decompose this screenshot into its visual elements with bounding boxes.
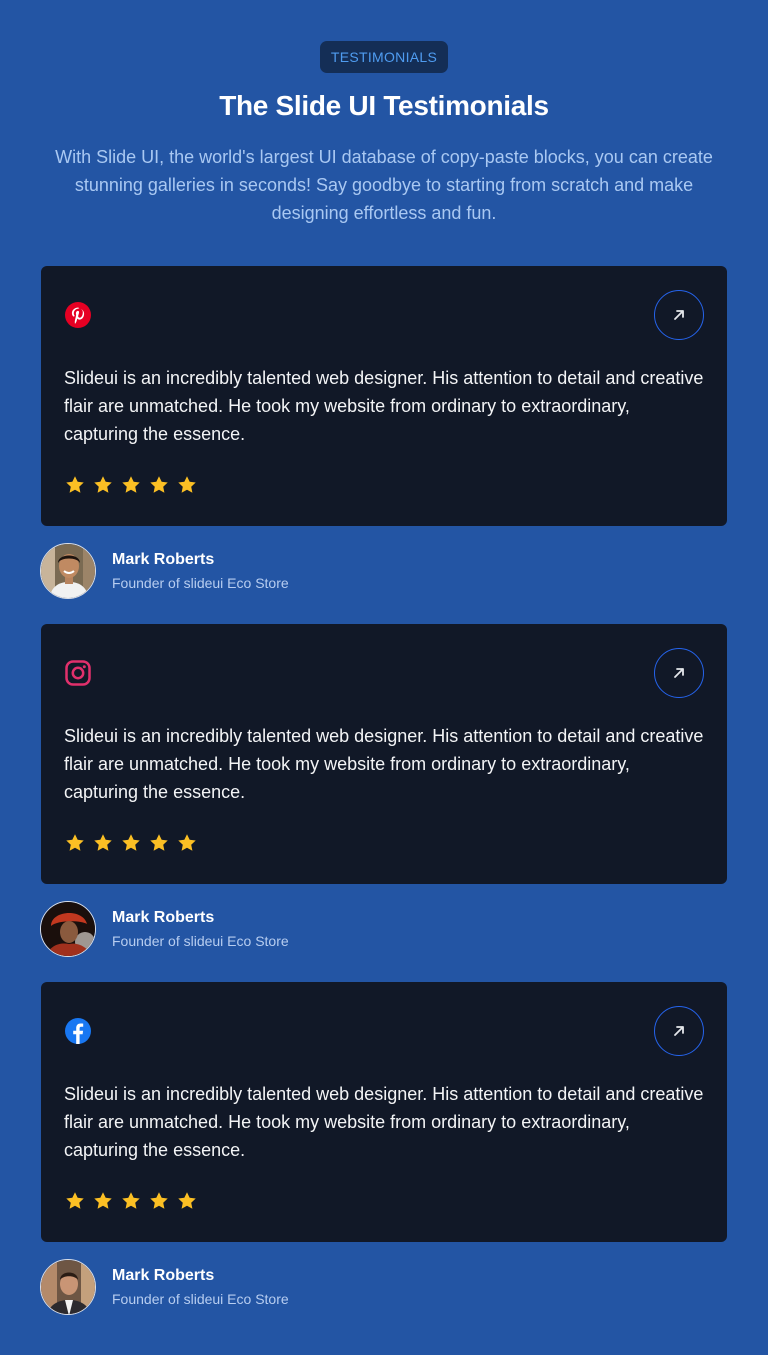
testimonial-author: Mark Roberts Founder of slideui Eco Stor… <box>40 901 440 959</box>
instagram-icon[interactable] <box>64 659 92 687</box>
open-testimonial-button[interactable] <box>654 1006 704 1056</box>
testimonial-quote: Slideui is an incredibly talented web de… <box>64 726 704 802</box>
author-role: Founder of slideui Eco Store <box>112 933 289 949</box>
avatar <box>40 1259 96 1315</box>
star-icon <box>66 1192 84 1209</box>
facebook-icon[interactable] <box>64 1017 92 1045</box>
arrow-up-right-icon <box>674 668 684 678</box>
author-role: Founder of slideui Eco Store <box>112 1291 289 1307</box>
star-icon <box>66 834 84 851</box>
pinterest-icon[interactable] <box>64 301 92 329</box>
star-rating <box>64 832 198 854</box>
star-icon <box>178 834 196 851</box>
star-icon <box>66 476 84 493</box>
author-name: Mark Roberts <box>112 1267 215 1284</box>
star-icon <box>94 476 112 493</box>
star-icon <box>150 1192 168 1209</box>
author-name: Mark Roberts <box>112 909 215 926</box>
star-icon <box>150 476 168 493</box>
testimonial-quote: Slideui is an incredibly talented web de… <box>64 1084 704 1160</box>
star-icon <box>94 834 112 851</box>
star-icon <box>122 834 140 851</box>
testimonial-card: Slideui is an incredibly talented web de… <box>41 982 727 1242</box>
testimonial-author: Mark Roberts Founder of slideui Eco Stor… <box>40 1259 440 1317</box>
author-role: Founder of slideui Eco Store <box>112 575 289 591</box>
open-testimonial-button[interactable] <box>654 290 704 340</box>
star-icon <box>150 834 168 851</box>
arrow-up-right-icon <box>674 310 684 320</box>
star-icon <box>122 1192 140 1209</box>
open-testimonial-button[interactable] <box>654 648 704 698</box>
avatar <box>40 543 96 599</box>
avatar <box>40 901 96 957</box>
star-icon <box>122 476 140 493</box>
testimonial-card: Slideui is an incredibly talented web de… <box>41 266 727 526</box>
star-rating <box>64 474 198 496</box>
arrow-up-right-icon <box>674 1026 684 1036</box>
section-badge: TESTIMONIALS <box>320 41 448 73</box>
star-icon <box>178 1192 196 1209</box>
star-icon <box>178 476 196 493</box>
testimonial-author: Mark Roberts Founder of slideui Eco Stor… <box>40 543 440 601</box>
star-rating <box>64 1190 198 1212</box>
page-subtitle: With Slide UI, the world's largest UI da… <box>55 147 713 223</box>
testimonial-card: Slideui is an incredibly talented web de… <box>41 624 727 884</box>
page-title: The Slide UI Testimonials <box>219 90 549 121</box>
testimonial-quote: Slideui is an incredibly talented web de… <box>64 368 704 444</box>
author-name: Mark Roberts <box>112 551 215 568</box>
star-icon <box>94 1192 112 1209</box>
